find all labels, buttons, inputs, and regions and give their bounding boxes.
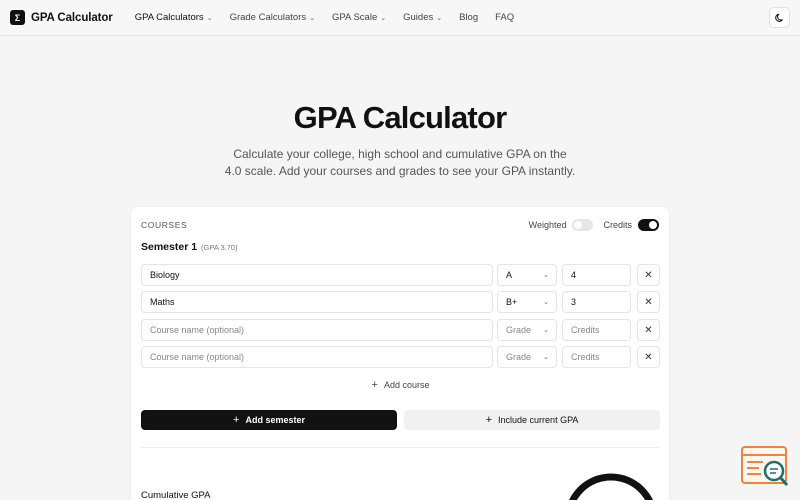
add-semester-label: Add semester bbox=[245, 415, 305, 425]
close-icon: ✕ bbox=[644, 269, 653, 281]
close-icon: ✕ bbox=[644, 296, 653, 308]
include-current-gpa-label: Include current GPA bbox=[498, 415, 579, 425]
subtitle-line: 4.0 scale. Add your courses and grades t… bbox=[224, 164, 576, 178]
logo-icon: Σ bbox=[10, 10, 25, 25]
grade-select[interactable]: Grade ⌄ bbox=[497, 346, 557, 368]
nav-item-label: Grade Calculators bbox=[229, 12, 307, 23]
credits-toggle[interactable] bbox=[638, 219, 659, 231]
course-name-input[interactable]: Course name (optional) bbox=[141, 346, 493, 368]
add-semester-button[interactable]: + Add semester bbox=[141, 410, 397, 430]
card-header: COURSES Weighted Credits bbox=[141, 217, 659, 233]
grade-value: A bbox=[506, 270, 513, 280]
chevron-down-icon: ⌄ bbox=[309, 14, 315, 22]
help-widget-icon[interactable] bbox=[741, 446, 789, 488]
nav-item-gpa-calculators[interactable]: GPA Calculators ⌄ bbox=[135, 12, 213, 23]
chevron-down-icon: ⌄ bbox=[543, 272, 549, 279]
add-course-label: Add course bbox=[383, 380, 430, 390]
cumulative-gpa-label: Cumulative GPA bbox=[141, 490, 211, 500]
weighted-toggle[interactable] bbox=[572, 219, 594, 231]
chevron-down-icon: ⌄ bbox=[543, 299, 549, 306]
credits-input[interactable]: 3 bbox=[562, 291, 631, 313]
chevron-down-icon: ⌄ bbox=[543, 327, 549, 334]
grade-value: Grade bbox=[506, 352, 532, 362]
remove-course-button[interactable]: ✕ bbox=[637, 291, 660, 313]
course-row: Course name (optional) Grade ⌄ Credits ✕ bbox=[141, 319, 660, 341]
add-course-button[interactable]: + Add course bbox=[141, 375, 660, 395]
plus-icon: + bbox=[233, 414, 240, 426]
semester-header: Semester 1 (GPA 3.70) bbox=[141, 241, 238, 253]
nav-item-faq[interactable]: FAQ bbox=[495, 12, 514, 23]
grade-select[interactable]: Grade ⌄ bbox=[497, 319, 557, 341]
plus-icon: + bbox=[371, 379, 378, 391]
remove-course-button[interactable]: ✕ bbox=[637, 319, 660, 341]
grade-value: Grade bbox=[506, 325, 532, 335]
divider bbox=[141, 447, 660, 448]
nav-item-label: FAQ bbox=[495, 12, 515, 23]
include-current-gpa-button[interactable]: + Include current GPA bbox=[404, 410, 660, 430]
subtitle-line: Calculate your college, high school and … bbox=[233, 147, 567, 161]
page-title: GPA Calculator bbox=[293, 100, 508, 135]
nav-item-label: GPA Scale bbox=[332, 12, 378, 23]
weighted-label: Weighted bbox=[528, 220, 567, 230]
theme-toggle-button[interactable] bbox=[769, 7, 790, 28]
page-subtitle: Calculate your college, high school and … bbox=[0, 146, 800, 180]
nav-item-guides[interactable]: Guides ⌄ bbox=[403, 12, 442, 23]
grade-select[interactable]: A ⌄ bbox=[497, 264, 557, 286]
plus-icon: + bbox=[485, 414, 493, 426]
close-icon: ✕ bbox=[644, 324, 653, 336]
courses-label: COURSES bbox=[141, 220, 188, 230]
credits-input[interactable]: Credits bbox=[562, 319, 631, 341]
chevron-down-icon: ⌄ bbox=[380, 14, 387, 22]
chevron-down-icon: ⌄ bbox=[206, 14, 213, 22]
chevron-down-icon: ⌄ bbox=[543, 354, 549, 361]
nav-item-gpa-scale[interactable]: GPA Scale ⌄ bbox=[332, 12, 386, 23]
moon-icon bbox=[774, 13, 783, 22]
nav-item-grade-calculators[interactable]: Grade Calculators ⌄ bbox=[230, 12, 315, 23]
nav-item-label: GPA Calculators bbox=[134, 12, 204, 23]
grade-select[interactable]: B+ ⌄ bbox=[497, 291, 557, 313]
course-row: Maths B+ ⌄ 3 ✕ bbox=[141, 291, 660, 313]
credits-label: Credits bbox=[603, 220, 632, 230]
chevron-down-icon: ⌄ bbox=[436, 14, 443, 22]
nav-item-blog[interactable]: Blog bbox=[459, 12, 478, 23]
gauge-arc bbox=[569, 473, 653, 500]
remove-course-button[interactable]: ✕ bbox=[637, 346, 660, 368]
course-row: Course name (optional) Grade ⌄ Credits ✕ bbox=[141, 346, 660, 368]
grade-value: B+ bbox=[506, 297, 518, 307]
semester-gpa: (GPA 3.70) bbox=[201, 243, 238, 252]
credits-input[interactable]: Credits bbox=[562, 346, 631, 368]
calculator-card: COURSES Weighted Credits Semester 1 (GPA… bbox=[131, 207, 669, 500]
course-row: Biology A ⌄ 4 ✕ bbox=[141, 264, 660, 286]
close-icon: ✕ bbox=[644, 351, 653, 363]
course-name-input[interactable]: Biology bbox=[141, 264, 493, 286]
credits-input[interactable]: 4 bbox=[562, 264, 631, 286]
top-navbar: Σ GPA Calculator GPA Calculators ⌄ Grade… bbox=[0, 0, 800, 36]
remove-course-button[interactable]: ✕ bbox=[637, 264, 660, 286]
course-name-input[interactable]: Course name (optional) bbox=[141, 319, 493, 341]
gpa-gauge bbox=[569, 473, 653, 500]
semester-title: Semester 1 bbox=[141, 241, 198, 253]
site-logo[interactable]: Σ GPA Calculator bbox=[10, 10, 113, 25]
nav-item-label: Guides bbox=[403, 12, 434, 23]
nav-item-label: Blog bbox=[459, 12, 479, 23]
logo-text: GPA Calculator bbox=[31, 11, 113, 24]
course-name-input[interactable]: Maths bbox=[141, 291, 493, 313]
